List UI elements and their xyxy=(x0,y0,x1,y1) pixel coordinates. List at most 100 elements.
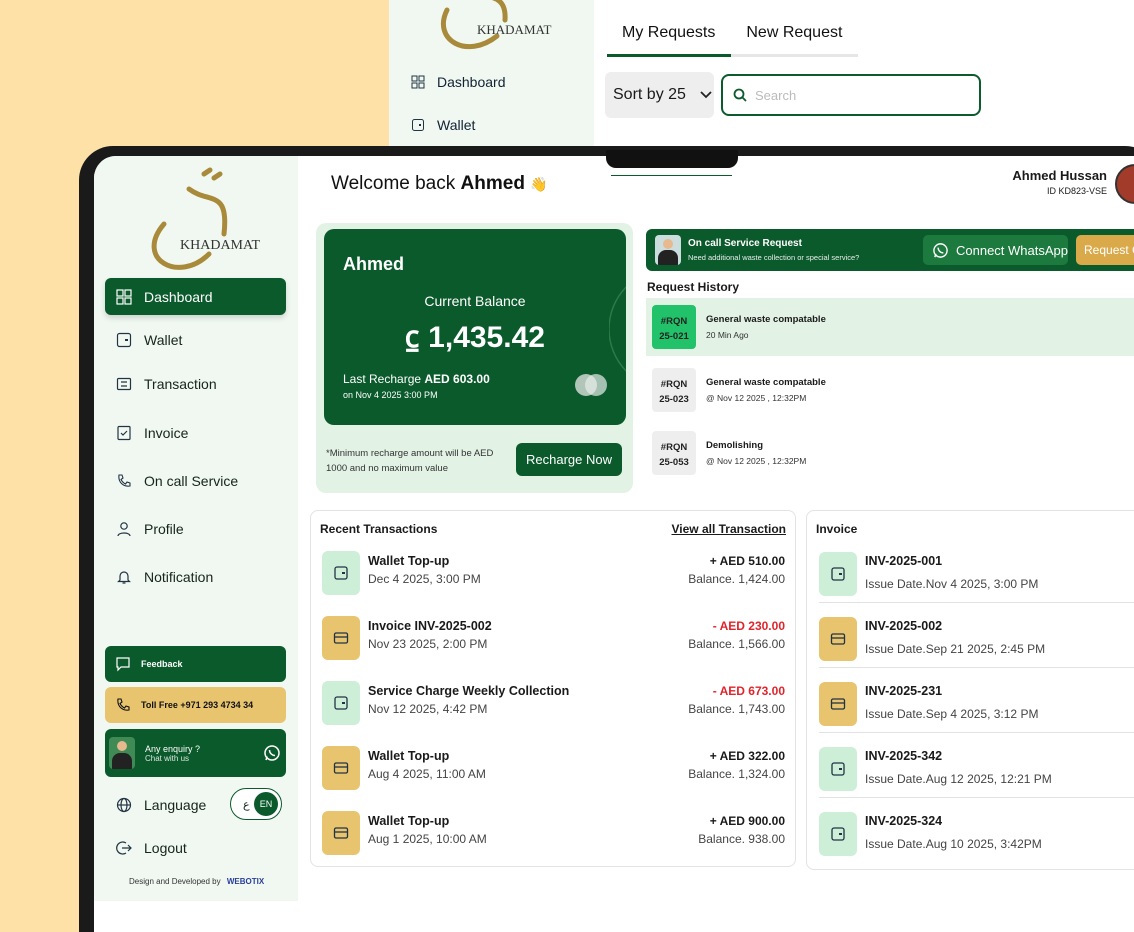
on-call-banner: On call Service Request Need additional … xyxy=(646,229,1134,271)
tab-new-request[interactable]: New Request xyxy=(731,20,859,57)
search-input[interactable]: Search xyxy=(721,74,981,116)
card-icon xyxy=(819,682,857,726)
transaction-amount: - AED 673.00 xyxy=(712,684,785,698)
language-setting: Language ع EN xyxy=(105,786,291,823)
invoice-id: INV-2025-342 xyxy=(865,749,943,763)
language-toggle[interactable]: ع EN xyxy=(230,788,282,820)
request-code-prefix: #RQN xyxy=(660,316,688,327)
transaction-date: Nov 23 2025, 2:00 PM xyxy=(368,637,488,651)
globe-icon xyxy=(116,797,132,812)
support-avatar xyxy=(109,737,135,769)
sidebar-item-label: Wallet xyxy=(144,331,183,348)
sidebar-item-label: Transaction xyxy=(144,375,217,392)
transaction-row[interactable]: Wallet Top-up Aug 1 2025, 10:00 AM + AED… xyxy=(322,809,785,857)
language-label: Language xyxy=(144,796,207,813)
connect-whatsapp-button[interactable]: Connect WhatsApp xyxy=(923,235,1068,265)
transaction-title: Wallet Top-up xyxy=(368,814,450,828)
request-code-number: 25-021 xyxy=(659,331,689,342)
sidebar-item-dashboard[interactable]: Dashboard xyxy=(105,278,286,315)
invoice-row[interactable]: INV-2025-342 Issue Date.Aug 12 2025, 12:… xyxy=(819,742,1134,798)
back-sidebar: KHADAMAT Dashboard Wallet xyxy=(389,0,594,150)
transaction-row[interactable]: Service Charge Weekly Collection Nov 12 … xyxy=(322,679,785,727)
page-title: Welcome back Ahmed 👋 xyxy=(331,173,548,195)
on-call-title: On call Service Request xyxy=(688,238,802,249)
request-history-row[interactable]: #RQN 25-021 General waste compatable 20 Mi… xyxy=(646,298,1134,356)
wallet-icon xyxy=(116,332,132,347)
credit-brand: WEBOTIX xyxy=(226,877,265,886)
feedback-button[interactable]: Feedback xyxy=(105,646,286,682)
toll-free-button[interactable]: Toll Free +971 293 4734 34 xyxy=(105,687,286,723)
balance-amount: ⃀ 1,435.42 xyxy=(405,321,545,354)
whatsapp-label: Connect WhatsApp xyxy=(956,242,1069,258)
recharge-note: *Minimum recharge amount will be AED 100… xyxy=(326,448,494,474)
avatar[interactable] xyxy=(1115,164,1134,204)
transaction-amount: + AED 322.00 xyxy=(709,749,785,763)
support-avatar xyxy=(655,235,681,265)
balance-panel: Ahmed Current Balance ⃀ 1,435.42 Last Re… xyxy=(316,223,633,493)
credit-note: Design and Developed by WEBOTIX xyxy=(129,877,264,886)
user-icon xyxy=(117,521,131,536)
sidebar-item-invoice[interactable]: Invoice xyxy=(105,414,286,451)
user-id: ID KD823-VSE xyxy=(1046,186,1107,196)
back-nav-dashboard[interactable]: Dashboard xyxy=(411,74,506,90)
sidebar-item-notification[interactable]: Notification xyxy=(105,558,286,595)
enquiry-title: Any enquiry ? xyxy=(145,743,201,754)
invoice-row[interactable]: INV-2025-324 Issue Date.Aug 10 2025, 3:4… xyxy=(819,807,1134,863)
transaction-row[interactable]: Wallet Top-up Aug 4 2025, 11:00 AM + AED… xyxy=(322,744,785,792)
sidebar-item-profile[interactable]: Profile xyxy=(105,510,286,547)
sidebar-item-label: Notification xyxy=(144,568,214,585)
wave-icon: 👋 xyxy=(530,176,548,192)
request-history-row[interactable]: #RQN 25-023 General waste compatable @ Nov… xyxy=(646,361,1134,419)
transaction-balance: Balance. 1,743.00 xyxy=(688,702,785,716)
invoice-row[interactable]: INV-2025-001 Issue Date.Nov 4 2025, 3:00… xyxy=(819,547,1134,603)
invoice-id: INV-2025-002 xyxy=(865,619,943,633)
wallet-icon xyxy=(819,812,857,856)
view-all-transactions-link[interactable]: View all Transaction xyxy=(672,522,787,536)
transaction-balance: Balance. 938.00 xyxy=(698,832,785,846)
wallet-icon xyxy=(819,747,857,791)
invoice-row[interactable]: INV-2025-231 Issue Date.Sep 4 2025, 3:12… xyxy=(819,677,1134,733)
sidebar-item-label: Profile xyxy=(144,520,184,537)
sort-dropdown[interactable]: Sort by 25 xyxy=(605,72,714,118)
back-nav-label: Dashboard xyxy=(437,74,506,90)
enquiry-chat-button[interactable]: Any enquiry ? Chat with us xyxy=(105,729,286,777)
request-code: #RQN 25-023 xyxy=(652,368,696,412)
sidebar-item-wallet[interactable]: Wallet xyxy=(105,321,286,358)
card-icon xyxy=(819,617,857,661)
search-icon xyxy=(733,88,747,102)
user-info[interactable]: Ahmed Hussan ID KD823-VSE xyxy=(1012,168,1107,196)
logout-button[interactable]: Logout xyxy=(105,829,286,866)
invoice-title: Invoice xyxy=(816,522,858,536)
user-name: Ahmed Hussan xyxy=(1012,168,1107,183)
recharge-now-button[interactable]: Recharge Now xyxy=(516,443,622,476)
welcome-prefix: Welcome back xyxy=(331,173,456,194)
camera-notch xyxy=(606,150,738,168)
tab-my-requests[interactable]: My Requests xyxy=(607,20,732,57)
back-nav-wallet[interactable]: Wallet xyxy=(411,117,475,133)
back-nav-label: Wallet xyxy=(437,117,476,133)
transaction-row[interactable]: Invoice INV-2025-002 Nov 23 2025, 2:00 P… xyxy=(322,614,785,662)
request-time: 20 Min Ago xyxy=(706,330,749,340)
sidebar-item-on-call-service[interactable]: On call Service xyxy=(105,462,286,499)
back-brand: KHADAMAT xyxy=(477,22,552,37)
transaction-title: Invoice INV-2025-002 xyxy=(368,619,492,633)
request-history-title: Request History xyxy=(647,280,740,294)
lang-en-option[interactable]: EN xyxy=(254,792,278,816)
request-call-button[interactable]: Request C xyxy=(1076,235,1134,265)
balance-card: Ahmed Current Balance ⃀ 1,435.42 Last Re… xyxy=(324,229,626,425)
request-code-prefix: #RQN xyxy=(660,379,688,390)
sidebar-item-transaction[interactable]: Transaction xyxy=(105,365,286,402)
welcome-name: Ahmed xyxy=(460,173,525,194)
lang-ar-option[interactable]: ع xyxy=(243,798,250,811)
transaction-row[interactable]: Wallet Top-up Dec 4 2025, 3:00 PM + AED … xyxy=(322,549,785,597)
invoice-panel: Invoice INV-2025-001 Issue Date.Nov 4 20… xyxy=(806,510,1134,870)
whatsapp-icon xyxy=(933,242,948,258)
transactions-title: Recent Transactions xyxy=(320,522,438,536)
request-history-row[interactable]: #RQN 25-053 Demolishing @ Nov 12 2025 , 12… xyxy=(646,424,1134,482)
transaction-amount: - AED 230.00 xyxy=(712,619,785,633)
logout-icon xyxy=(116,840,132,855)
invoice-row[interactable]: INV-2025-002 Issue Date.Sep 21 2025, 2:4… xyxy=(819,612,1134,668)
card-icon xyxy=(322,811,360,855)
wallet-icon xyxy=(412,119,424,131)
transaction-title: Service Charge Weekly Collection xyxy=(368,684,570,698)
